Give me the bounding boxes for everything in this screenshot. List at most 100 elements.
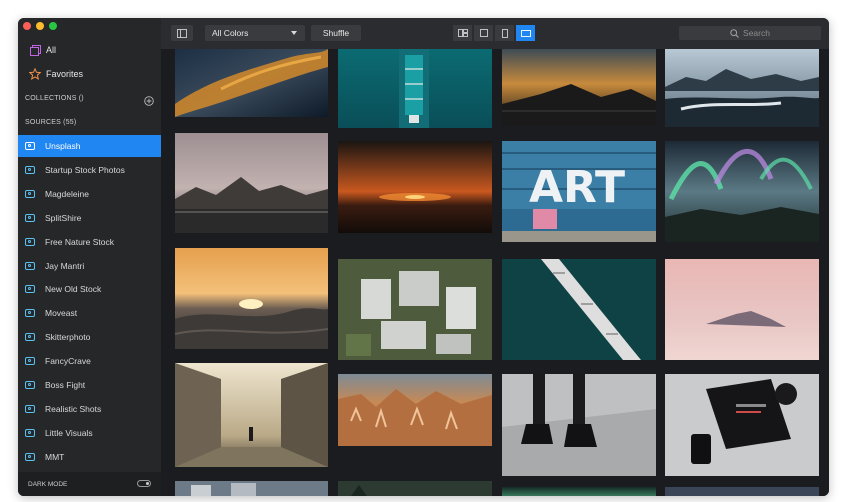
view-square-button[interactable] [474, 25, 493, 41]
source-item-label: Boss Fight [45, 380, 86, 390]
sidebar-toggle-icon [177, 28, 187, 38]
search-icon [730, 28, 739, 38]
camera-icon [25, 404, 39, 413]
photo-tile[interactable] [665, 141, 819, 242]
source-item[interactable]: Magdeleine [18, 183, 161, 205]
camera-icon [25, 285, 39, 294]
dark-mode-bar: DARK MODE [18, 472, 161, 496]
source-item[interactable]: MMT [18, 446, 161, 468]
app-window: All Favorites COLLECTIONS () SOURCES (55… [18, 18, 829, 496]
photo-tile[interactable] [665, 49, 819, 127]
source-item[interactable]: New Old Stock [18, 278, 161, 300]
photo-tile[interactable] [665, 259, 819, 360]
source-item-label: Little Visuals [45, 427, 93, 438]
shuffle-label: Shuffle [322, 28, 350, 38]
search-placeholder: Search [743, 28, 770, 38]
view-landscape-button[interactable] [516, 25, 535, 41]
camera-icon [25, 428, 39, 437]
photo-tile[interactable] [338, 374, 492, 446]
photo-tile[interactable] [502, 259, 656, 360]
toolbar: All Colors Shuffle Search [161, 18, 829, 49]
camera-icon [25, 261, 39, 270]
source-item-label: Realistic Shots [45, 403, 102, 414]
maximize-window-button[interactable] [49, 22, 57, 30]
photo-tile[interactable] [338, 259, 492, 360]
source-item-label: New Old Stock [45, 284, 102, 295]
landscape-view-icon [520, 29, 531, 37]
source-item-label: Free Nature Stock [45, 236, 114, 247]
source-item[interactable]: Realistic Shots [18, 398, 161, 420]
source-item-label: SplitShire [45, 212, 82, 223]
photo-tile[interactable] [175, 133, 328, 233]
color-filter-dropdown[interactable]: All Colors [205, 25, 305, 41]
photo-tile[interactable] [174, 248, 329, 349]
source-item-label: Skitterphoto [45, 332, 91, 343]
source-item-label: FancyCrave [45, 356, 91, 367]
source-item[interactable]: Jay Mantri [18, 255, 161, 277]
dark-mode-toggle[interactable] [137, 480, 151, 487]
photo-tile[interactable] [665, 487, 819, 496]
camera-icon [25, 333, 39, 342]
camera-icon [25, 189, 39, 198]
source-item-label: Unsplash [45, 141, 81, 151]
source-item[interactable]: Little Visuals [18, 422, 161, 444]
mosaic-view-icon [457, 29, 468, 37]
photo-tile[interactable] [175, 49, 328, 117]
window-controls [23, 22, 57, 30]
camera-icon [25, 165, 39, 174]
camera-icon [25, 309, 39, 318]
sidebar-item-favorites[interactable]: Favorites [18, 63, 161, 85]
source-item-label: Magdeleine [45, 188, 89, 199]
source-item-label: MMT [45, 451, 65, 462]
camera-icon [25, 452, 39, 461]
portrait-view-icon [501, 28, 508, 38]
source-item-label: Moveast [45, 308, 78, 319]
view-mosaic-button[interactable] [453, 25, 472, 41]
minimize-window-button[interactable] [36, 22, 44, 30]
star-icon [26, 68, 44, 80]
photos-icon [26, 44, 44, 56]
view-portrait-button[interactable] [495, 25, 514, 41]
photo-tile[interactable] [175, 481, 328, 496]
source-item-label: Jay Mantri [45, 260, 85, 271]
square-view-icon [479, 29, 488, 37]
photo-grid: ART [161, 49, 829, 496]
source-item[interactable]: FancyCrave [18, 350, 161, 372]
photo-tile[interactable] [502, 374, 656, 476]
photo-tile[interactable] [175, 363, 328, 467]
sidebar-item-label: All [46, 45, 57, 55]
collections-header: COLLECTIONS () [25, 95, 84, 102]
source-item[interactable]: Unsplash [18, 135, 161, 157]
photo-grid-canvas: ART [174, 49, 819, 496]
source-item[interactable]: Boss Fight [18, 374, 161, 396]
shuffle-button[interactable]: Shuffle [311, 25, 361, 41]
search-field[interactable]: Search [679, 26, 821, 40]
camera-icon [25, 237, 39, 246]
photo-tile[interactable] [338, 141, 492, 233]
camera-icon [25, 357, 39, 366]
close-window-button[interactable] [23, 22, 31, 30]
camera-icon [25, 213, 39, 222]
toggle-sidebar-button[interactable] [171, 25, 193, 41]
photo-tile[interactable] [665, 374, 819, 476]
source-item-label: Startup Stock Photos [45, 164, 125, 175]
plus-circle-icon [144, 96, 154, 106]
source-item[interactable]: Moveast [18, 302, 161, 324]
photo-tile[interactable]: ART [502, 141, 656, 242]
photo-tile[interactable] [338, 49, 492, 128]
photo-tile[interactable] [502, 49, 656, 126]
chevron-down-icon [291, 31, 297, 35]
source-item[interactable]: Skitterphoto [18, 326, 161, 348]
camera-icon [25, 142, 39, 150]
source-item[interactable]: Free Nature Stock [18, 231, 161, 253]
sources-header: SOURCES (55) [25, 119, 77, 126]
art-graffiti-text: ART [529, 162, 625, 213]
photo-tile[interactable] [338, 481, 492, 496]
add-collection-button[interactable] [144, 93, 154, 111]
sidebar-item-all[interactable]: All [18, 39, 161, 61]
source-item[interactable]: Startup Stock Photos [18, 159, 161, 181]
source-item[interactable]: SplitShire [18, 207, 161, 229]
camera-icon [25, 381, 39, 389]
color-filter-value: All Colors [212, 28, 249, 38]
photo-tile[interactable] [502, 487, 656, 496]
